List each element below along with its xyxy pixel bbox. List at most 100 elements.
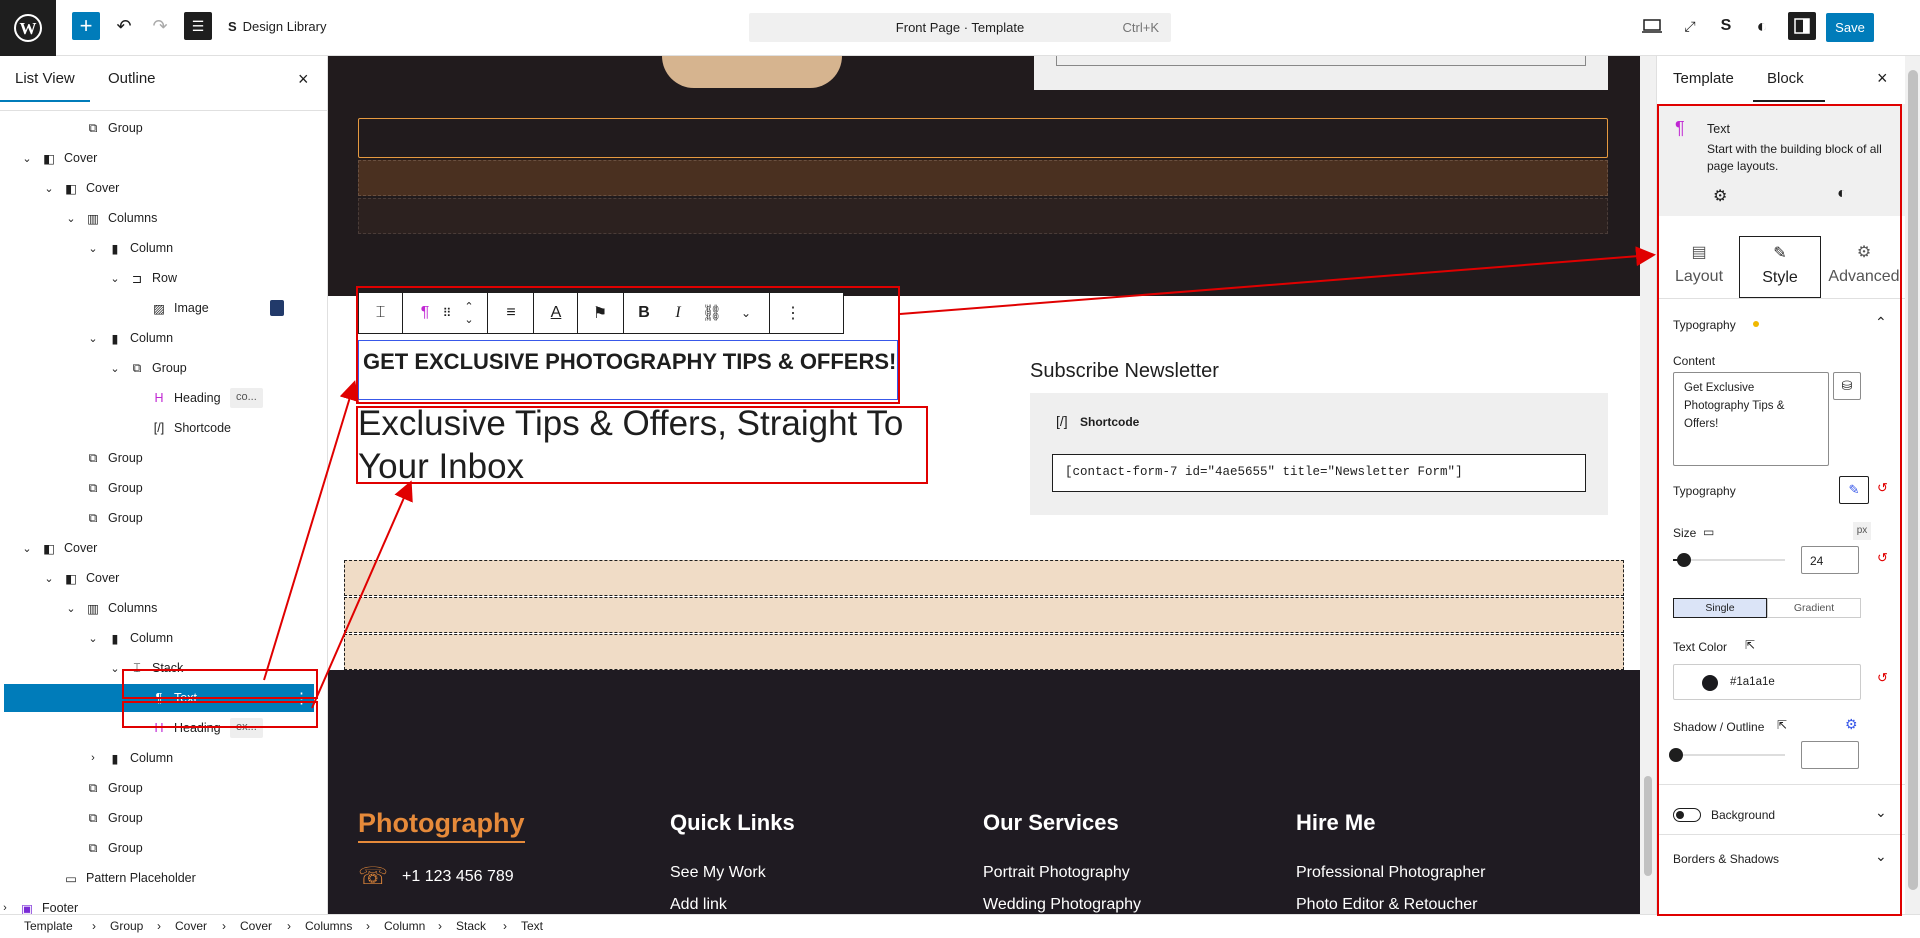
breadcrumb-separator-icon: › xyxy=(157,919,161,933)
cover-icon: ◧ xyxy=(43,541,55,556)
block-breadcrumb: Template › Group › Cover › Cover › Columns › Colum… xyxy=(0,914,1920,938)
tab-block[interactable]: Block xyxy=(1767,70,1804,87)
chevron-down-icon[interactable]: ⌄ xyxy=(86,632,100,645)
scrollbar-thumb[interactable] xyxy=(1908,70,1918,890)
tree-item-columns[interactable]: ⌄ ▥ Columns xyxy=(4,594,314,622)
breadcrumb-item[interactable]: Text xyxy=(521,919,543,933)
chevron-down-icon[interactable]: ⌄ xyxy=(20,542,34,555)
tree-item-group[interactable]: ⧉ Group xyxy=(4,444,314,472)
heading-icon: H xyxy=(154,391,164,405)
save-button[interactable]: Save xyxy=(1826,13,1874,42)
chevron-down-icon[interactable]: ⌄ xyxy=(42,572,56,585)
tree-item-group[interactable]: ⧉ Group xyxy=(4,804,314,832)
shortcode-block[interactable]: [/] Shortcode [contact-form-7 id="4ae565… xyxy=(1030,393,1608,515)
footer-phone[interactable]: +1 123 456 789 xyxy=(402,868,514,886)
tree-item-group[interactable]: ⧉ Group xyxy=(4,504,314,532)
chevron-down-icon[interactable]: ⌄ xyxy=(108,272,122,285)
chevron-right-icon[interactable]: › xyxy=(0,902,12,914)
subscribe-title: Subscribe Newsletter xyxy=(1030,360,1219,382)
tab-outline[interactable]: Outline xyxy=(108,70,156,87)
top-toolbar: W + ↶ ↷ ☰ S Design Library Front Page · … xyxy=(0,0,1920,56)
group-icon: ⧉ xyxy=(88,840,98,855)
spacer-block[interactable] xyxy=(358,118,1608,158)
footer-link[interactable]: Professional Photographer xyxy=(1296,864,1485,882)
tree-item-column[interactable]: ⌄ ▮ Column xyxy=(4,324,314,352)
sidebar-scrollbar[interactable] xyxy=(1905,56,1920,914)
tree-item-column[interactable]: ⌄ ▮ Column xyxy=(4,234,314,262)
footer-brand[interactable]: Photography xyxy=(358,808,525,843)
tree-item-group[interactable]: ⧉ Group xyxy=(4,474,314,502)
annotation-box xyxy=(1657,104,1902,916)
chevron-down-icon[interactable]: ⌄ xyxy=(20,152,34,165)
list-view-icon[interactable]: ☰ xyxy=(184,12,212,40)
footer-link[interactable]: Portrait Photography xyxy=(983,864,1130,882)
chevron-down-icon[interactable]: ⌄ xyxy=(42,182,56,195)
tree-item-footer[interactable]: › ▣ Footer xyxy=(3,894,314,914)
chevron-down-icon[interactable]: ⌄ xyxy=(86,242,100,255)
tree-item-cover[interactable]: ⌄ ◧ Cover xyxy=(4,534,314,562)
close-icon[interactable]: × xyxy=(1877,68,1888,89)
tree-item-pattern-placeholder[interactable]: ▭ Pattern Placeholder xyxy=(4,864,314,892)
breadcrumb-item[interactable]: Group xyxy=(110,919,143,933)
tree-item-shortcode[interactable]: [/] Shortcode xyxy=(4,414,314,442)
tree-item-cover[interactable]: ⌄ ◧ Cover xyxy=(4,564,314,592)
tree-item-cover[interactable]: ⌄ ◧ Cover xyxy=(4,174,314,202)
spacer-block[interactable] xyxy=(358,198,1608,234)
redo-icon[interactable]: ↷ xyxy=(148,14,172,38)
breadcrumb-item[interactable]: Template xyxy=(24,919,73,933)
tree-item-column[interactable]: › ▮ Column xyxy=(4,744,314,772)
close-icon[interactable]: × xyxy=(298,69,309,90)
document-bar[interactable]: Front Page · Template Ctrl+K xyxy=(749,13,1171,42)
tree-item-group[interactable]: ⧉ Group xyxy=(4,834,314,862)
tree-item-group[interactable]: ⧉ Group xyxy=(4,114,314,142)
footer-link[interactable]: Photo Editor & Retoucher xyxy=(1296,896,1477,914)
cover-icon: ◧ xyxy=(43,151,55,166)
tab-template[interactable]: Template xyxy=(1673,70,1734,87)
wordpress-logo-icon[interactable]: W xyxy=(0,0,56,56)
phone-icon: ☏ xyxy=(358,863,389,890)
fullscreen-icon[interactable]: ⤢ xyxy=(1678,14,1702,38)
settings-panel-icon[interactable] xyxy=(1788,12,1816,40)
spacer-block[interactable] xyxy=(344,560,1624,596)
spacer-block[interactable] xyxy=(358,160,1608,196)
undo-icon[interactable]: ↶ xyxy=(112,14,136,38)
design-library-button[interactable]: S Design Library xyxy=(228,19,327,34)
scrollbar-thumb[interactable] xyxy=(1644,776,1652,876)
tree-item-label: Columns xyxy=(108,601,158,615)
breadcrumb-item[interactable]: Columns xyxy=(305,919,352,933)
chevron-down-icon[interactable]: ⌄ xyxy=(108,362,122,375)
chevron-down-icon[interactable]: ⌄ xyxy=(64,212,78,225)
spacer-block[interactable] xyxy=(344,634,1624,670)
tree-item-group[interactable]: ⌄ ⧉ Group xyxy=(4,354,314,382)
canvas-scrollbar[interactable] xyxy=(1640,56,1656,914)
breadcrumb-item[interactable]: Cover xyxy=(240,919,272,933)
chevron-right-icon[interactable]: › xyxy=(86,752,100,764)
stackable-settings-icon[interactable]: S xyxy=(1714,14,1738,38)
breadcrumb-item[interactable]: Stack xyxy=(456,919,486,933)
tree-item-group[interactable]: ⧉ Group xyxy=(4,774,314,802)
footer-link[interactable]: See My Work xyxy=(670,864,766,882)
styles-icon[interactable]: ◐ xyxy=(1750,14,1774,38)
chevron-down-icon[interactable]: ⌄ xyxy=(108,662,122,675)
footer-link[interactable]: Wedding Photography xyxy=(983,896,1141,914)
breadcrumb-item[interactable]: Cover xyxy=(175,919,207,933)
shortcode-icon: [/] xyxy=(153,421,165,435)
tree-item-heading[interactable]: H Heading co... xyxy=(4,384,314,412)
shortcode-input[interactable]: [contact-form-7 id="4ae5655" title="News… xyxy=(1052,454,1586,492)
column-icon: ▮ xyxy=(111,631,119,646)
tree-item-row[interactable]: ⌄ ⊐ Row xyxy=(4,264,314,292)
tab-list-view[interactable]: List View xyxy=(15,70,75,87)
desktop-preview-icon[interactable] xyxy=(1640,14,1664,38)
breadcrumb-item[interactable]: Column xyxy=(384,919,425,933)
spacer-block[interactable] xyxy=(344,597,1624,633)
tree-item-image[interactable]: ▨ Image xyxy=(4,294,314,322)
tree-item-cover[interactable]: ⌄ ◧ Cover xyxy=(4,144,314,172)
chevron-down-icon[interactable]: ⌄ xyxy=(64,602,78,615)
chevron-down-icon[interactable]: ⌄ xyxy=(86,332,100,345)
portrait-image[interactable] xyxy=(662,56,842,88)
tree-item-columns[interactable]: ⌄ ▥ Columns xyxy=(4,204,314,232)
footer-link[interactable]: Add link xyxy=(670,896,727,914)
add-block-button[interactable]: + xyxy=(72,12,100,40)
tree-item-label: Group xyxy=(108,781,143,795)
tree-item-column[interactable]: ⌄ ▮ Column xyxy=(4,624,314,652)
